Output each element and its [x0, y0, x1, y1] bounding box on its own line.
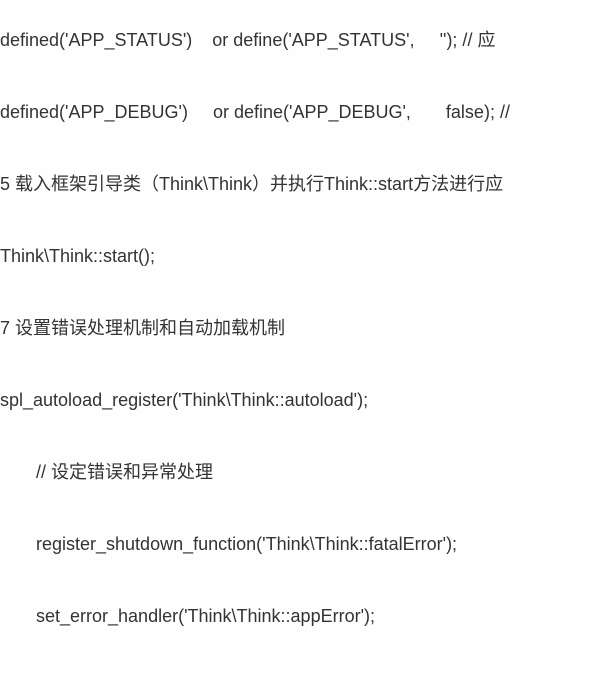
code-line: set_error_handler('Think\Think::appError… [0, 603, 594, 630]
code-line: spl_autoload_register('Think\Think::auto… [0, 387, 594, 414]
code-line: register_shutdown_function('Think\Think:… [0, 531, 594, 558]
code-comment-line: // 设定错误和异常处理 [0, 459, 594, 486]
code-line: defined('APP_STATUS') or define('APP_STA… [0, 27, 594, 54]
code-comment-line: 7 设置错误处理机制和自动加载机制 [0, 315, 594, 342]
code-snippet: defined('APP_STATUS') or define('APP_STA… [0, 0, 594, 675]
code-line: Think\Think::start(); [0, 243, 594, 270]
code-line: defined('APP_DEBUG') or define('APP_DEBU… [0, 99, 594, 126]
code-comment-line: 5 载入框架引导类（Think\Think）并执行Think::start方法进… [0, 171, 594, 198]
